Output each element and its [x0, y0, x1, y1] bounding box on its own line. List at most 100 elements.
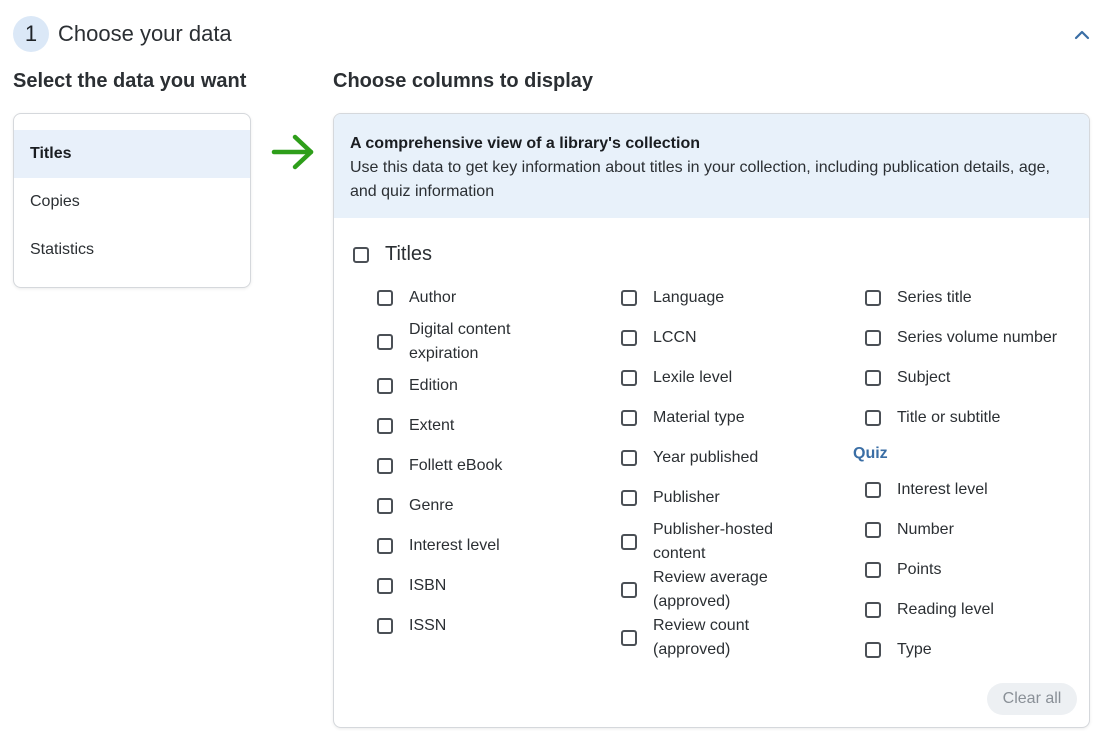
option-label: Material type: [653, 409, 745, 426]
option-label: Review count (approved): [653, 617, 750, 658]
option-edition[interactable]: Edition: [377, 366, 607, 406]
checkbox[interactable]: [621, 490, 637, 506]
option-author[interactable]: Author: [377, 278, 607, 318]
option-label: Digital content expiration: [409, 321, 511, 362]
checkbox[interactable]: [621, 582, 637, 598]
option-label: Title or subtitle: [897, 409, 1001, 426]
checkbox[interactable]: [865, 370, 881, 386]
column-2: Language LCCN Lexile level Material type…: [621, 278, 851, 662]
option-label: ISBN: [409, 577, 447, 594]
option-label: Points: [897, 561, 942, 578]
option-title-or-subtitle[interactable]: Title or subtitle: [865, 398, 1089, 438]
checkbox[interactable]: [865, 642, 881, 658]
data-item-statistics[interactable]: Statistics: [14, 226, 250, 274]
checkbox[interactable]: [865, 290, 881, 306]
option-subject[interactable]: Subject: [865, 358, 1089, 398]
info-title: A comprehensive view of a library's coll…: [350, 135, 700, 152]
quiz-group-label: Quiz: [853, 445, 888, 462]
option-isbn[interactable]: ISBN: [377, 566, 607, 606]
info-description: Use this data to get key information abo…: [350, 159, 1050, 200]
option-quiz-points[interactable]: Points: [865, 550, 1089, 590]
option-label: Edition: [409, 377, 458, 394]
checkbox[interactable]: [621, 534, 637, 550]
option-lexile-level[interactable]: Lexile level: [621, 358, 851, 398]
option-label: Lexile level: [653, 369, 733, 386]
checkbox[interactable]: [377, 378, 393, 394]
data-item-copies[interactable]: Copies: [14, 178, 250, 226]
checkbox[interactable]: [621, 450, 637, 466]
option-quiz-type[interactable]: Type: [865, 630, 1089, 670]
option-label: Review average (approved): [653, 569, 768, 610]
arrow-right-icon: [271, 134, 314, 170]
option-extent[interactable]: Extent: [377, 406, 607, 446]
option-label: Subject: [897, 369, 951, 386]
data-type-list: Titles Copies Statistics: [13, 113, 251, 288]
checkbox[interactable]: [377, 578, 393, 594]
checkbox[interactable]: [377, 334, 393, 350]
option-label: Author: [409, 289, 457, 306]
option-label: Interest level: [409, 537, 500, 554]
option-label: Reading level: [897, 601, 994, 618]
option-label: Number: [897, 521, 954, 538]
checkbox[interactable]: [865, 602, 881, 618]
checkbox[interactable]: [377, 498, 393, 514]
checkbox[interactable]: [621, 330, 637, 346]
option-label: ISSN: [409, 617, 447, 634]
option-review-average[interactable]: Review average (approved): [621, 566, 851, 614]
option-interest-level[interactable]: Interest level: [377, 526, 607, 566]
data-item-titles[interactable]: Titles: [14, 130, 250, 178]
option-language[interactable]: Language: [621, 278, 851, 318]
step-header: 1 Choose your data: [13, 16, 232, 52]
info-box: A comprehensive view of a library's coll…: [334, 114, 1089, 218]
option-label: Extent: [409, 417, 455, 434]
checkbox[interactable]: [865, 562, 881, 578]
option-quiz-number[interactable]: Number: [865, 510, 1089, 550]
option-genre[interactable]: Genre: [377, 486, 607, 526]
option-quiz-interest-level[interactable]: Interest level: [865, 470, 1089, 510]
checkbox[interactable]: [377, 458, 393, 474]
option-review-count[interactable]: Review count (approved): [621, 614, 851, 662]
option-publisher[interactable]: Publisher: [621, 478, 851, 518]
option-series-title[interactable]: Series title: [865, 278, 1089, 318]
checkbox[interactable]: [377, 418, 393, 434]
option-label: Publisher-hosted content: [653, 521, 774, 562]
chevron-up-icon: [1074, 30, 1090, 40]
checkbox[interactable]: [865, 330, 881, 346]
step-number-badge: 1: [13, 16, 49, 52]
step-title: Choose your data: [58, 21, 232, 46]
checkbox[interactable]: [377, 290, 393, 306]
option-material-type[interactable]: Material type: [621, 398, 851, 438]
option-label: Language: [653, 289, 725, 306]
clear-all-button[interactable]: Clear all: [987, 683, 1077, 715]
checkbox[interactable]: [377, 538, 393, 554]
checkbox[interactable]: [621, 290, 637, 306]
select-all-titles-checkbox[interactable]: [353, 246, 369, 263]
collapse-button[interactable]: [1070, 22, 1094, 46]
titles-group-header: Titles: [353, 243, 432, 266]
column-1: Author Digital content expiration Editio…: [377, 278, 607, 646]
option-label: Type: [897, 641, 932, 658]
checkbox[interactable]: [865, 482, 881, 498]
option-label: Series volume number: [897, 329, 1058, 346]
option-follett-ebook[interactable]: Follett eBook: [377, 446, 607, 486]
option-issn[interactable]: ISSN: [377, 606, 607, 646]
checkbox[interactable]: [377, 618, 393, 634]
group-label: Titles: [385, 243, 433, 265]
option-lccn[interactable]: LCCN: [621, 318, 851, 358]
option-label: Genre: [409, 497, 454, 514]
option-series-volume-number[interactable]: Series volume number: [865, 318, 1089, 358]
column-3: Series title Series volume number Subjec…: [853, 278, 1089, 670]
option-label: Publisher: [653, 489, 720, 506]
columns-panel: A comprehensive view of a library's coll…: [333, 113, 1090, 728]
checkbox[interactable]: [865, 522, 881, 538]
option-digital-content-expiration[interactable]: Digital content expiration: [377, 318, 607, 366]
option-quiz-reading-level[interactable]: Reading level: [865, 590, 1089, 630]
checkbox[interactable]: [621, 630, 637, 646]
checkbox[interactable]: [865, 410, 881, 426]
right-heading: Choose columns to display: [333, 70, 594, 92]
checkbox[interactable]: [621, 410, 637, 426]
checkbox[interactable]: [621, 370, 637, 386]
option-year-published[interactable]: Year published: [621, 438, 851, 478]
option-label: LCCN: [653, 329, 697, 346]
option-publisher-hosted-content[interactable]: Publisher-hosted content: [621, 518, 851, 566]
